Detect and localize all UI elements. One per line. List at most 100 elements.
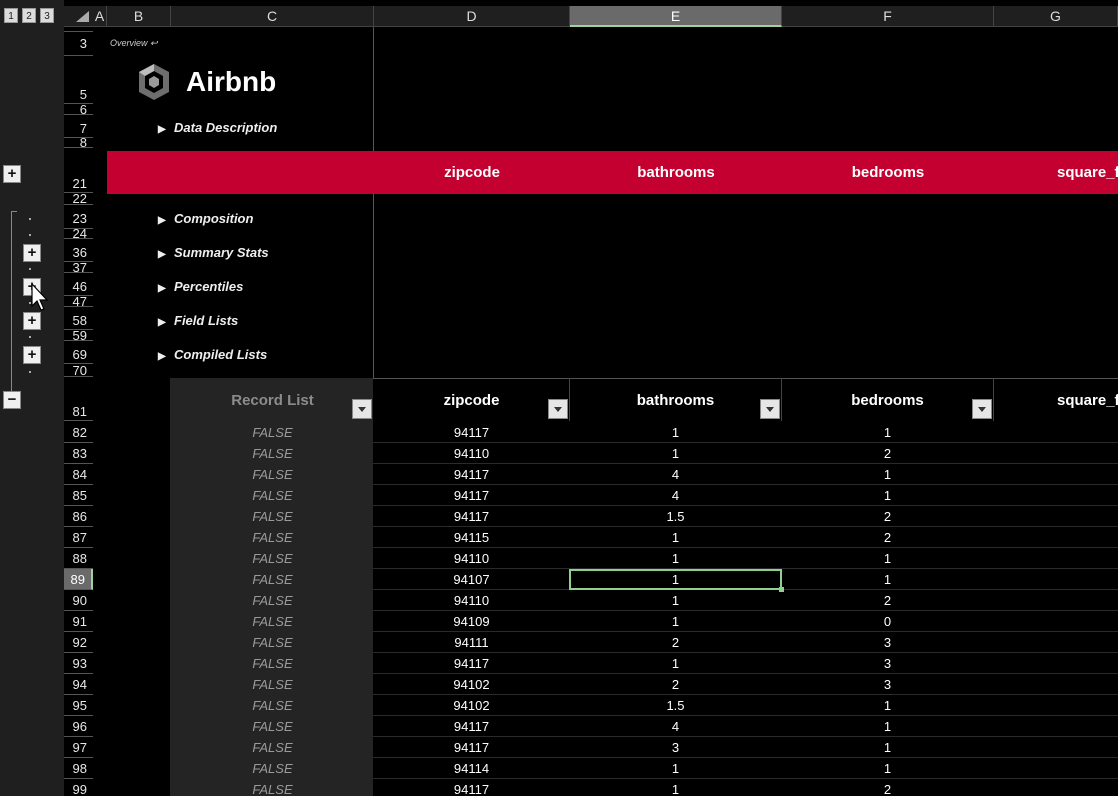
row-header-95[interactable]: 95 [64, 695, 93, 716]
column-header-b[interactable]: B [107, 6, 171, 27]
cell-zipcode[interactable]: 94109 [374, 611, 569, 632]
row-header-37[interactable]: 37 [64, 261, 93, 274]
cell-bathrooms[interactable]: 1 [570, 443, 781, 464]
cell-bedrooms[interactable]: 2 [782, 506, 993, 527]
expand-field-lists-button[interactable]: + [23, 312, 41, 330]
section-percentiles[interactable]: ▶ Percentiles [158, 279, 243, 294]
cell-zipcode[interactable]: 94117 [374, 779, 569, 796]
outline-level-3-button[interactable]: 3 [40, 8, 54, 23]
cell-bathrooms[interactable]: 1.5 [570, 506, 781, 527]
cell-bathrooms[interactable]: 2 [570, 632, 781, 653]
expand-summary-stats-button[interactable]: + [23, 244, 41, 262]
cell-zipcode[interactable]: 94102 [374, 695, 569, 716]
cell-record-list[interactable]: FALSE [171, 464, 374, 485]
row-header-36[interactable]: 36 [64, 239, 93, 262]
row-header-70[interactable]: 70 [64, 364, 93, 377]
cell-zipcode[interactable]: 94117 [374, 506, 569, 527]
row-header-82[interactable]: 82 [64, 422, 93, 443]
row-header-94[interactable]: 94 [64, 674, 93, 695]
section-data-description[interactable]: ▶ Data Description [158, 120, 277, 135]
filter-dropdown-zipcode[interactable] [548, 399, 568, 419]
cell-bathrooms[interactable]: 1 [570, 527, 781, 548]
cell-zipcode[interactable]: 94117 [374, 653, 569, 674]
cell-bedrooms[interactable]: 2 [782, 779, 993, 796]
cell-record-list[interactable]: FALSE [171, 548, 374, 569]
cell-bathrooms[interactable]: 4 [570, 485, 781, 506]
column-header-d[interactable]: D [374, 6, 570, 27]
cell-record-list[interactable]: FALSE [171, 590, 374, 611]
row-header-81[interactable]: 81 [64, 377, 93, 421]
row-header-8[interactable]: 8 [64, 136, 93, 149]
row-header-93[interactable]: 93 [64, 653, 93, 674]
cell-bedrooms[interactable]: 1 [782, 737, 993, 758]
cell-record-list[interactable]: FALSE [171, 611, 374, 632]
cell-bedrooms[interactable]: 1 [782, 464, 993, 485]
filter-dropdown-bedrooms[interactable] [972, 399, 992, 419]
row-header-88[interactable]: 88 [64, 548, 93, 569]
row-header-92[interactable]: 92 [64, 632, 93, 653]
row-header-47[interactable]: 47 [64, 295, 93, 308]
cell-record-list[interactable]: FALSE [171, 695, 374, 716]
cell-zipcode[interactable]: 94117 [374, 485, 569, 506]
row-header-59[interactable]: 59 [64, 329, 93, 342]
cell-zipcode[interactable]: 94102 [374, 674, 569, 695]
row-header-6[interactable]: 6 [64, 103, 93, 116]
cell-bathrooms[interactable]: 3 [570, 737, 781, 758]
filter-dropdown-record-list[interactable] [352, 399, 372, 419]
cell-bedrooms[interactable]: 3 [782, 632, 993, 653]
cell-record-list[interactable]: FALSE [171, 716, 374, 737]
cell-record-list[interactable]: FALSE [171, 443, 374, 464]
row-header-83[interactable]: 83 [64, 443, 93, 464]
cell-bedrooms[interactable]: 1 [782, 569, 993, 590]
cell-bedrooms[interactable]: 1 [782, 485, 993, 506]
section-composition[interactable]: ▶ Composition [158, 211, 253, 226]
row-header-46[interactable]: 46 [64, 273, 93, 296]
row-header-58[interactable]: 58 [64, 307, 93, 330]
cell-zipcode[interactable]: 94115 [374, 527, 569, 548]
cell-bathrooms[interactable]: 1 [570, 779, 781, 796]
cell-zipcode[interactable]: 94110 [374, 590, 569, 611]
cell-bedrooms[interactable]: 0 [782, 611, 993, 632]
row-header-86[interactable]: 86 [64, 506, 93, 527]
cell-zipcode[interactable]: 94114 [374, 758, 569, 779]
cell-bedrooms[interactable]: 1 [782, 422, 993, 443]
cell-record-list[interactable]: FALSE [171, 527, 374, 548]
cell-bathrooms[interactable]: 1 [570, 611, 781, 632]
cell-bedrooms[interactable]: 2 [782, 527, 993, 548]
cell-zipcode[interactable]: 94111 [374, 632, 569, 653]
section-field-lists[interactable]: ▶ Field Lists [158, 313, 238, 328]
cell-bathrooms[interactable]: 1.5 [570, 695, 781, 716]
cell-bathrooms[interactable]: 1 [570, 422, 781, 443]
cell-zipcode[interactable]: 94107 [374, 569, 569, 590]
cell-bedrooms[interactable]: 2 [782, 590, 993, 611]
cell-zipcode[interactable]: 94110 [374, 443, 569, 464]
cell-record-list[interactable]: FALSE [171, 737, 374, 758]
cell-bathrooms[interactable]: 1 [570, 548, 781, 569]
cell-record-list[interactable]: FALSE [171, 485, 374, 506]
cell-bathrooms[interactable]: 1 [570, 653, 781, 674]
cell-bathrooms[interactable]: 4 [570, 464, 781, 485]
column-header-c[interactable]: C [171, 6, 374, 27]
column-header-e[interactable]: E [570, 6, 782, 27]
expand-group-button[interactable]: + [3, 165, 21, 183]
overview-link[interactable]: Overview ↩ [110, 38, 158, 49]
row-header-24[interactable]: 24 [64, 227, 93, 240]
cell-zipcode[interactable]: 94117 [374, 464, 569, 485]
cell-bedrooms[interactable]: 1 [782, 758, 993, 779]
column-header-g[interactable]: G [994, 6, 1118, 27]
cell-record-list[interactable]: FALSE [171, 674, 374, 695]
row-header-90[interactable]: 90 [64, 590, 93, 611]
cell-zipcode[interactable]: 94117 [374, 422, 569, 443]
section-compiled-lists[interactable]: ▶ Compiled Lists [158, 347, 267, 362]
cell-bedrooms[interactable]: 3 [782, 653, 993, 674]
cell-bedrooms[interactable]: 2 [782, 443, 993, 464]
row-header-98[interactable]: 98 [64, 758, 93, 779]
cell-record-list[interactable]: FALSE [171, 422, 374, 443]
cell-zipcode[interactable]: 94117 [374, 737, 569, 758]
row-header-22[interactable]: 22 [64, 192, 93, 205]
column-header-f[interactable]: F [782, 6, 994, 27]
active-cell-e89[interactable] [569, 569, 784, 592]
cell-record-list[interactable]: FALSE [171, 758, 374, 779]
row-header-5[interactable]: 5 [64, 56, 93, 104]
row-header-21[interactable]: 21 [64, 148, 93, 193]
